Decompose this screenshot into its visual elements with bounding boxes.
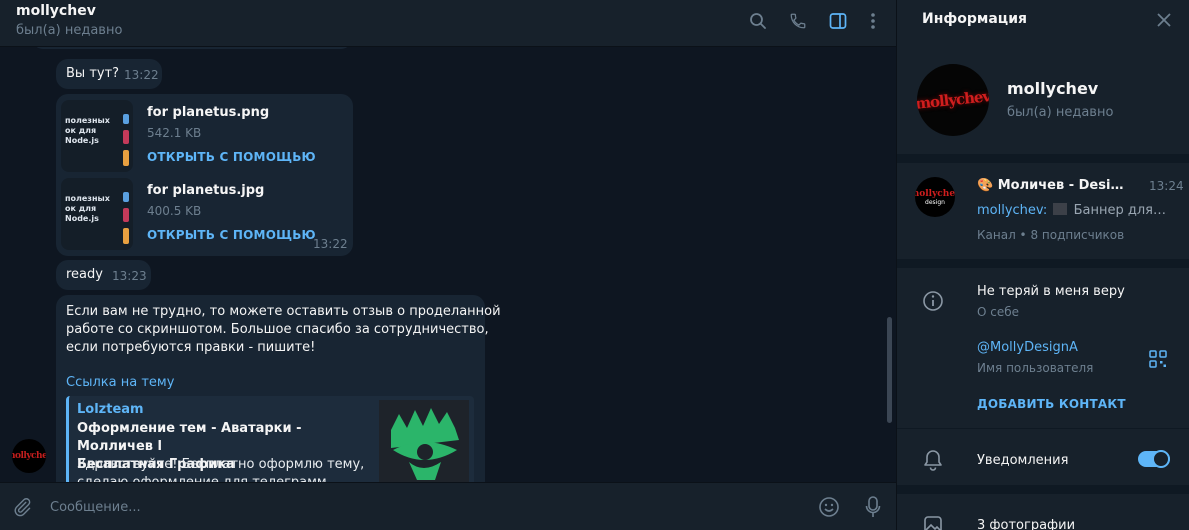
message-list[interactable]: Вы тут? 13:22 полезных ок для Node.js fo… [0,47,896,482]
thumb-text: полезных [65,116,110,125]
channel-message-author: mollychev: [977,203,1048,218]
file-message-bubble[interactable]: полезных ок для Node.js for planetus.png… [56,94,353,256]
open-with-button[interactable]: ОТКРЫТЬ С ПОМОЩЬЮ [147,150,316,164]
toggle-knob [1152,450,1170,468]
photos-count[interactable]: 3 фотографии [977,518,1075,530]
channel-time: 13:24 [1149,179,1184,193]
thumb-decoration [123,114,129,124]
more-menu-icon[interactable] [862,10,884,32]
section-divider [897,428,1189,429]
bio-value[interactable]: Не теряй в меня веру [977,284,1125,299]
file-size: 542.1 KB [147,126,202,140]
channel-message-text: Баннер для телеграм [1073,203,1167,218]
info-circle-icon [921,289,945,313]
info-panel: Информация mollychev mollychev был(а) не… [896,0,1189,530]
message-text: ready [66,267,103,282]
channel-last-message: mollychev: Баннер для телеграм [977,203,1167,218]
image-thumbnail-icon [1053,203,1068,215]
message-time: 13:23 [112,269,147,283]
section-divider [897,154,1189,163]
preview-image [379,400,469,482]
add-contact-button[interactable]: ДОБАВИТЬ КОНТАКТ [977,397,1126,411]
thumb-decoration [123,150,129,166]
notifications-label: Уведомления [977,453,1069,468]
chat-pane: mollychev был(а) недавно Вы тут? 13:22 п… [0,0,896,530]
preview-site-name: Lolzteam [77,402,144,417]
link-preview[interactable]: Lolzteam Оформление тем - Аватарки - Мол… [66,396,474,482]
username-value[interactable]: @MollyDesignA [977,340,1078,355]
section-divider [897,259,1189,268]
channel-name: 🎨 Моличев - Design Studio [977,178,1127,193]
close-icon[interactable] [1153,9,1175,31]
topic-link[interactable]: Ссылка на тему [66,375,174,390]
file-thumbnail[interactable]: полезных ок для Node.js [61,100,133,172]
thumb-text: ок для [65,126,97,135]
phone-icon[interactable] [787,10,809,32]
chat-header[interactable]: mollychev был(а) недавно [0,0,896,47]
message-text: Если вам не трудно, то можете оставить о… [66,304,501,319]
section-divider [897,485,1189,494]
channel-avatar: mollychev design [915,177,955,217]
file-thumbnail[interactable]: полезных ок для Node.js [61,178,133,250]
thumb-text: ок для [65,204,97,213]
username-label: Имя пользователя [977,361,1094,375]
thumb-decoration [123,192,129,202]
search-icon[interactable] [747,10,769,32]
avatar-text: mollychev [12,451,46,461]
sender-avatar[interactable]: mollychev [12,439,46,473]
thumb-decoration [123,130,129,144]
message-bubble[interactable]: Вы тут? 13:22 [56,59,162,89]
thumb-decoration [123,208,129,222]
message-time: 13:22 [124,68,159,82]
preview-desc-line: Здравствуйте! Бесплатно оформлю тему, [77,457,365,472]
attach-icon[interactable] [10,495,34,519]
message-bubble[interactable]: ready 13:23 [56,260,151,290]
thumb-text: полезных [65,194,110,203]
thumb-text: Node.js [65,136,99,145]
preview-description: Здравствуйте! Бесплатно оформлю тему, сд… [77,456,367,482]
channel-avatar-subtext: design [925,198,945,206]
profile-status: был(а) недавно [1007,105,1114,120]
message-text: работе со скриншотом. Большое спасибо за… [66,322,489,337]
preview-desc-line: сделаю оформление для телеграмм канала [77,474,367,482]
message-composer [0,482,896,530]
thumb-decoration [123,228,129,244]
open-with-button[interactable]: ОТКРЫТЬ С ПОМОЩЬЮ [147,228,316,242]
message-time: 13:22 [313,237,348,251]
chat-scrollbar[interactable] [887,317,892,423]
bell-icon [921,448,945,472]
qr-code-icon[interactable] [1146,347,1170,371]
preview-title-line: Оформление тем - Аватарки - Молличев l [77,421,302,454]
avatar-text: mollychev [917,87,989,113]
message-bubble[interactable] [32,47,352,49]
message-text: Вы тут? [66,66,120,81]
sidebar-toggle-icon[interactable] [827,10,849,32]
emoji-icon[interactable] [817,495,841,519]
thumb-text: Node.js [65,214,99,223]
bio-label: О себе [977,305,1020,319]
lolzteam-logo-icon [391,408,459,480]
notifications-toggle[interactable] [1138,450,1170,468]
file-name: for planetus.png [147,105,270,120]
file-name: for planetus.jpg [147,183,265,198]
message-input[interactable] [50,496,750,518]
profile-name: mollychev [1007,79,1099,98]
channel-avatar-text: mollychev [915,188,955,199]
peer-status: был(а) недавно [16,23,123,38]
microphone-icon[interactable] [861,495,885,519]
peer-name[interactable]: mollychev [16,3,96,19]
info-panel-title: Информация [922,11,1027,27]
file-size: 400.5 KB [147,204,202,218]
profile-avatar[interactable]: mollychev [917,64,989,136]
channel-subscribers: Канал • 8 подписчиков [977,228,1125,242]
message-text: если потребуются правки - пишите! [66,340,316,355]
photo-icon [921,513,945,530]
